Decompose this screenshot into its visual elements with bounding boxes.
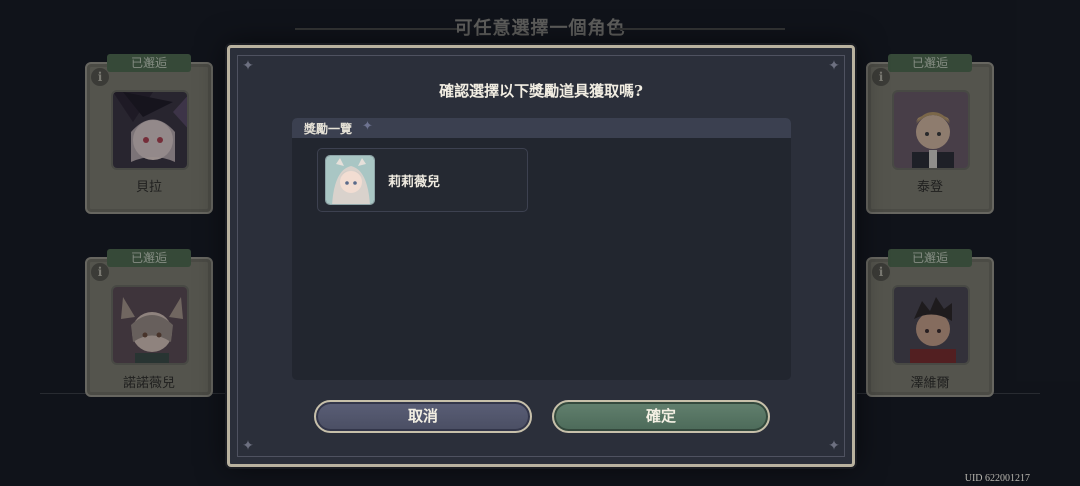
reward-item-portrait: [325, 155, 375, 205]
confirm-button[interactable]: 確定: [552, 400, 770, 433]
reward-item-name: 莉莉薇兒: [388, 175, 441, 190]
reward-list-panel: 獎勵一覽 ✦ 莉莉薇兒: [292, 118, 791, 380]
corner-ornament-icon: ✦: [828, 58, 840, 74]
cancel-button[interactable]: 取消: [314, 400, 532, 433]
dialog-title: 確認選擇以下獎勵道具獲取嗎?: [439, 82, 643, 100]
sparkle-icon: ✦: [362, 119, 373, 134]
user-id-label: UID 622001217: [964, 473, 1030, 484]
reward-item[interactable]: 莉莉薇兒: [317, 148, 528, 212]
confirm-dialog: ✦ ✦ ✦ ✦ 確認選擇以下獎勵道具獲取嗎? 獎勵一覽 ✦ 莉莉薇兒 取消 確定: [227, 45, 855, 467]
reward-list-header: 獎勵一覽 ✦: [292, 118, 791, 138]
corner-ornament-icon: ✦: [828, 438, 840, 454]
corner-ornament-icon: ✦: [242, 438, 254, 454]
reward-list-label: 獎勵一覽: [304, 122, 353, 136]
corner-ornament-icon: ✦: [242, 58, 254, 74]
